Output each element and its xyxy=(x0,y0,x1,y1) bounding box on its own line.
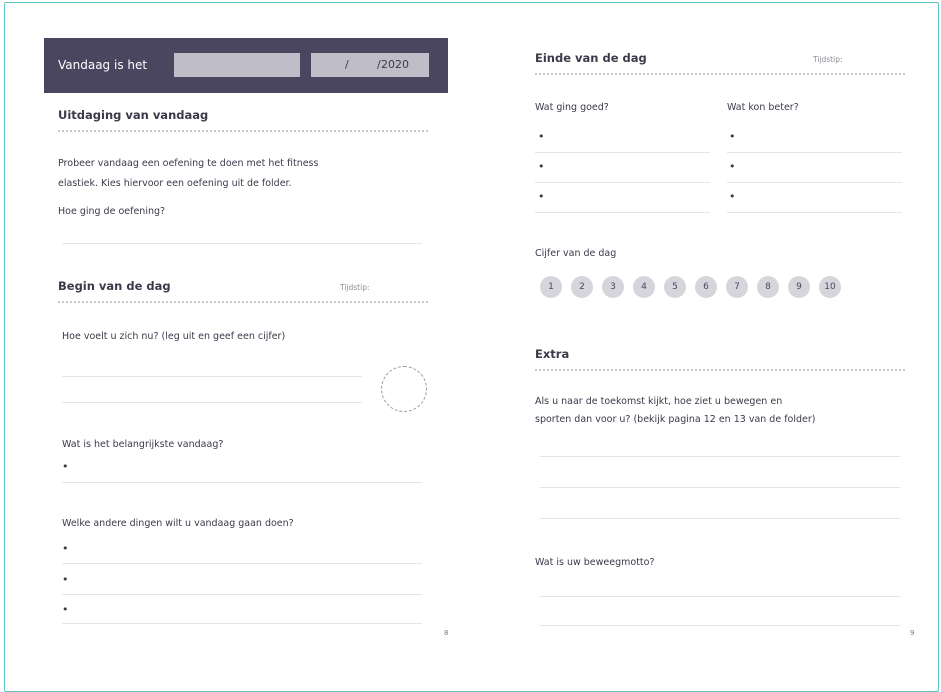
answer-line[interactable] xyxy=(535,152,710,153)
answer-line[interactable] xyxy=(62,482,422,483)
bullet: • xyxy=(729,190,736,203)
bullet: • xyxy=(538,190,545,203)
answer-line[interactable] xyxy=(62,376,362,377)
could-be-better-question: Wat kon beter? xyxy=(727,102,799,113)
score-circle[interactable] xyxy=(381,366,427,412)
challenge-text-line-1: Probeer vandaag een oefening te doen met… xyxy=(58,158,319,169)
future-question-line-2: sporten dan voor u? (bekijk pagina 12 en… xyxy=(535,414,816,425)
bullet: • xyxy=(62,603,69,616)
answer-line[interactable] xyxy=(62,402,362,403)
score-option-2[interactable]: 2 xyxy=(571,276,593,298)
answer-line[interactable] xyxy=(62,243,422,244)
score-option-10[interactable]: 10 xyxy=(819,276,841,298)
score-option-1[interactable]: 1 xyxy=(540,276,562,298)
challenge-text-line-2: elastiek. Kies hiervoor een oefening uit… xyxy=(58,178,292,189)
score-option-6[interactable]: 6 xyxy=(695,276,717,298)
answer-line[interactable] xyxy=(62,594,422,595)
bullet: • xyxy=(538,160,545,173)
answer-line[interactable] xyxy=(62,623,422,624)
challenge-heading: Uitdaging van vandaag xyxy=(58,108,209,122)
answer-line[interactable] xyxy=(727,182,902,183)
date-slash-1: / xyxy=(345,58,349,71)
exercise-question: Hoe ging de oefening? xyxy=(58,206,166,217)
answer-line[interactable] xyxy=(62,563,422,564)
answer-line[interactable] xyxy=(727,212,902,213)
bullet: • xyxy=(62,573,69,586)
answer-line[interactable] xyxy=(540,487,900,488)
motto-question: Wat is uw beweegmotto? xyxy=(535,557,655,568)
score-option-4[interactable]: 4 xyxy=(633,276,655,298)
day-input-field[interactable] xyxy=(174,53,300,77)
score-option-8[interactable]: 8 xyxy=(757,276,779,298)
date-year: 2020 xyxy=(381,58,409,71)
bullet: • xyxy=(729,130,736,143)
score-option-5[interactable]: 5 xyxy=(664,276,686,298)
future-question-line-1: Als u naar de toekomst kijkt, hoe ziet u… xyxy=(535,396,783,407)
date-input-field[interactable]: / / 2020 xyxy=(311,53,429,77)
score-option-3[interactable]: 3 xyxy=(602,276,624,298)
bullet: • xyxy=(729,160,736,173)
score-label: Cijfer van de dag xyxy=(535,248,617,259)
section-divider xyxy=(58,130,428,132)
date-bar: Vandaag is het / / 2020 xyxy=(44,38,448,93)
other-things-question: Welke andere dingen wilt u vandaag gaan … xyxy=(62,518,294,529)
time-label: Tijdstip: xyxy=(340,283,370,292)
page-number: 8 xyxy=(444,629,449,637)
score-option-7[interactable]: 7 xyxy=(726,276,748,298)
section-divider xyxy=(535,369,905,371)
section-divider xyxy=(535,73,905,75)
important-question: Wat is het belangrijkste vandaag? xyxy=(62,439,224,450)
bullet: • xyxy=(538,130,545,143)
answer-line[interactable] xyxy=(727,152,902,153)
went-well-question: Wat ging goed? xyxy=(535,102,609,113)
answer-line[interactable] xyxy=(540,625,900,626)
time-label: Tijdstip: xyxy=(813,55,843,64)
extra-heading: Extra xyxy=(535,347,570,361)
answer-line[interactable] xyxy=(540,456,900,457)
answer-line[interactable] xyxy=(540,518,900,519)
bullet: • xyxy=(62,460,69,473)
date-label: Vandaag is het xyxy=(58,58,148,72)
end-of-day-heading: Einde van de dag xyxy=(535,51,647,65)
answer-line[interactable] xyxy=(535,182,710,183)
answer-line[interactable] xyxy=(540,596,900,597)
page-number: 9 xyxy=(910,629,915,637)
feel-question: Hoe voelt u zich nu? (leg uit en geef ee… xyxy=(62,331,286,342)
score-option-9[interactable]: 9 xyxy=(788,276,810,298)
start-of-day-heading: Begin van de dag xyxy=(58,279,171,293)
section-divider xyxy=(58,301,428,303)
answer-line[interactable] xyxy=(535,212,710,213)
bullet: • xyxy=(62,542,69,555)
